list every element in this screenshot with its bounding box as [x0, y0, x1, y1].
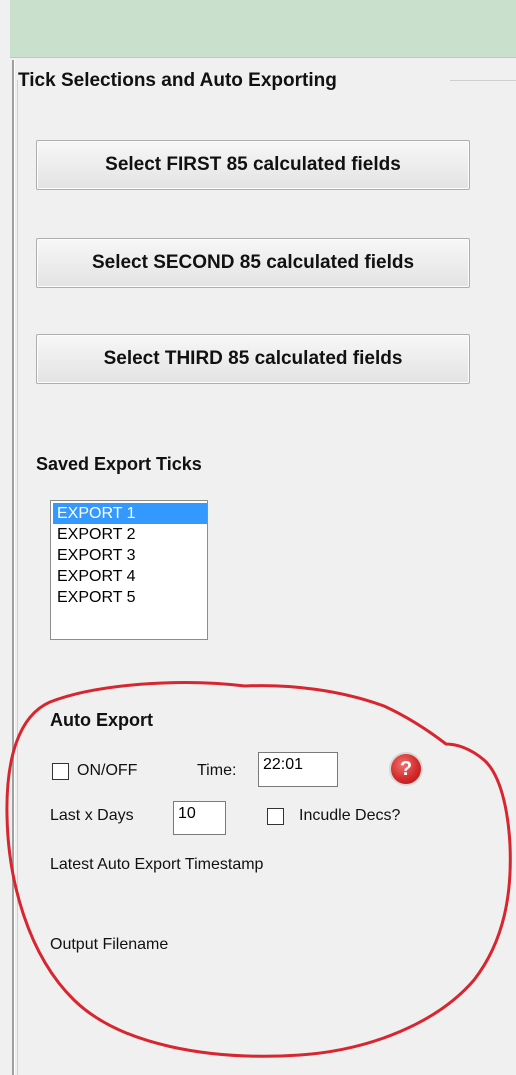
onoff-label: ON/OFF — [77, 762, 138, 779]
last-x-days-label: Last x Days — [50, 807, 134, 824]
include-decs-label: Incudle Decs? — [299, 807, 401, 824]
top-bar — [10, 0, 516, 58]
list-item-export-1[interactable]: EXPORT 1 — [53, 503, 207, 524]
select-third-85-button[interactable]: Select THIRD 85 calculated fields — [36, 334, 470, 384]
output-filename-label: Output Filename — [50, 936, 169, 953]
saved-export-ticks-label: Saved Export Ticks — [36, 454, 202, 474]
list-item-export-3[interactable]: EXPORT 3 — [53, 545, 207, 566]
list-item-export-5[interactable]: EXPORT 5 — [53, 587, 207, 608]
time-label: Time: — [197, 762, 237, 779]
question-icon[interactable]: ? — [389, 752, 423, 786]
groupbox-title: Tick Selections and Auto Exporting — [18, 70, 337, 91]
latest-timestamp-label: Latest Auto Export Timestamp — [50, 856, 264, 873]
time-input[interactable]: 22:01 — [258, 752, 338, 787]
onoff-checkbox[interactable] — [52, 763, 69, 780]
last-x-days-input[interactable]: 10 — [173, 801, 226, 835]
panel-left-highlight — [14, 60, 15, 1075]
list-item-export-2[interactable]: EXPORT 2 — [53, 524, 207, 545]
auto-export-label: Auto Export — [50, 710, 153, 730]
include-decs-checkbox[interactable] — [267, 808, 284, 825]
saved-export-list[interactable]: EXPORT 1 EXPORT 2 EXPORT 3 EXPORT 4 EXPO… — [50, 500, 208, 640]
list-item-export-4[interactable]: EXPORT 4 — [53, 566, 207, 587]
select-second-85-button[interactable]: Select SECOND 85 calculated fields — [36, 238, 470, 288]
select-first-85-button[interactable]: Select FIRST 85 calculated fields — [36, 140, 470, 190]
groupbox-left-line — [17, 80, 18, 1075]
groupbox-top-line — [450, 80, 516, 81]
